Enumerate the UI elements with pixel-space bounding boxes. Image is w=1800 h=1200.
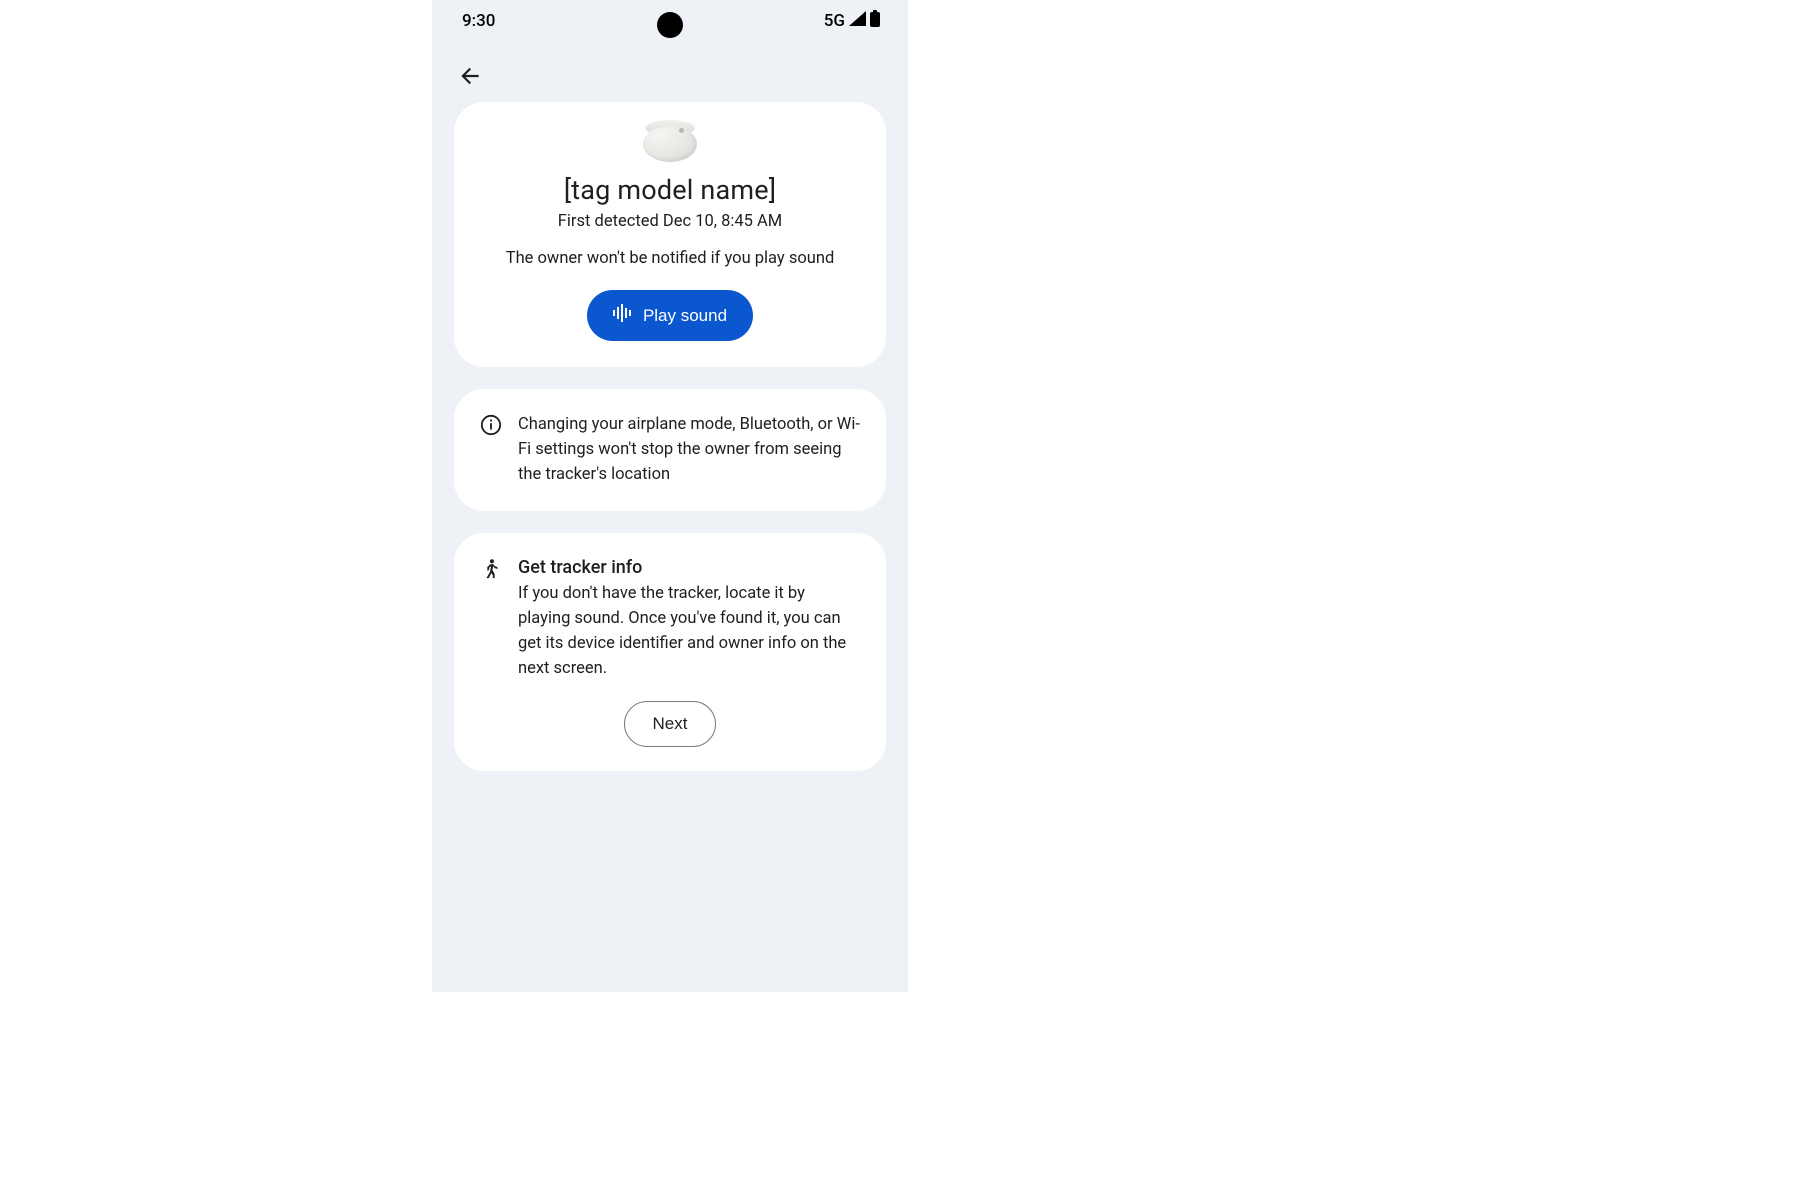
play-sound-label: Play sound bbox=[643, 306, 727, 326]
phone-frame: 9:30 5G [tag model name] First detected … bbox=[432, 0, 908, 992]
tracker-image bbox=[643, 120, 697, 162]
next-button[interactable]: Next bbox=[624, 701, 717, 747]
status-time: 9:30 bbox=[462, 11, 495, 31]
signal-icon bbox=[849, 11, 866, 31]
owner-notice: The owner won't be notified if you play … bbox=[506, 249, 835, 268]
info-text: Changing your airplane mode, Bluetooth, … bbox=[518, 413, 860, 487]
info-icon bbox=[480, 414, 502, 436]
battery-icon bbox=[870, 10, 880, 32]
network-label: 5G bbox=[824, 11, 845, 31]
status-right: 5G bbox=[824, 10, 880, 32]
camera-cutout bbox=[657, 12, 683, 38]
main-card: [tag model name] First detected Dec 10, … bbox=[454, 102, 886, 367]
nav-row bbox=[432, 42, 908, 102]
arrow-back-icon bbox=[457, 63, 483, 89]
action-title: Get tracker info bbox=[518, 557, 860, 578]
detected-text: First detected Dec 10, 8:45 AM bbox=[558, 212, 782, 231]
action-body: If you don't have the tracker, locate it… bbox=[518, 582, 860, 681]
action-card: Get tracker info If you don't have the t… bbox=[454, 533, 886, 771]
sound-wave-icon bbox=[613, 304, 633, 327]
info-card: Changing your airplane mode, Bluetooth, … bbox=[454, 389, 886, 511]
play-sound-button[interactable]: Play sound bbox=[587, 290, 753, 341]
cards-wrap: [tag model name] First detected Dec 10, … bbox=[432, 102, 908, 771]
next-label: Next bbox=[653, 714, 688, 733]
walking-person-icon bbox=[480, 558, 502, 580]
back-button[interactable] bbox=[454, 60, 486, 92]
tracker-title: [tag model name] bbox=[564, 174, 776, 206]
